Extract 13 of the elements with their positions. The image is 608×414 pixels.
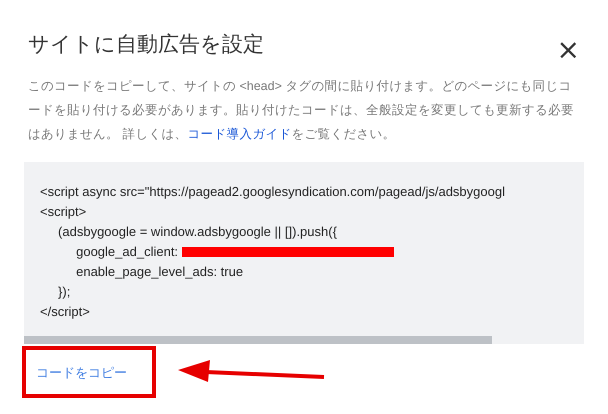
dialog-title: サイトに自動広告を設定 xyxy=(28,32,264,58)
code-line: </script> xyxy=(40,303,90,321)
scrollbar-thumb[interactable] xyxy=(24,336,492,344)
close-button[interactable]: × xyxy=(552,36,584,64)
code-line: <script async src="https://pagead2.googlesyndication.com/pagead/js/adsbygoogl xyxy=(40,183,505,201)
code-line: (adsbygoogle = window.adsbygoogle || []).push({ xyxy=(57,223,337,241)
code-line: google_ad_client: xyxy=(75,243,180,261)
copy-code-button[interactable]: コードをコピー xyxy=(36,360,127,386)
code-line: }); xyxy=(57,283,70,301)
code-line: enable_page_level_ads: true xyxy=(75,263,244,281)
description-text: このコードをコピーして、サイトの <head> タグの間に貼り付けます。どのページにも同じコードを貼り付ける必要があります。貼り付けたコードは、全般設定を変更しても更新する必要はありません。 詳しくは、コード導入ガイド をご覧ください。 xyxy=(28,78,575,143)
guide-link[interactable]: コード導入ガイド xyxy=(187,127,292,141)
code-line: <script> xyxy=(40,203,86,221)
